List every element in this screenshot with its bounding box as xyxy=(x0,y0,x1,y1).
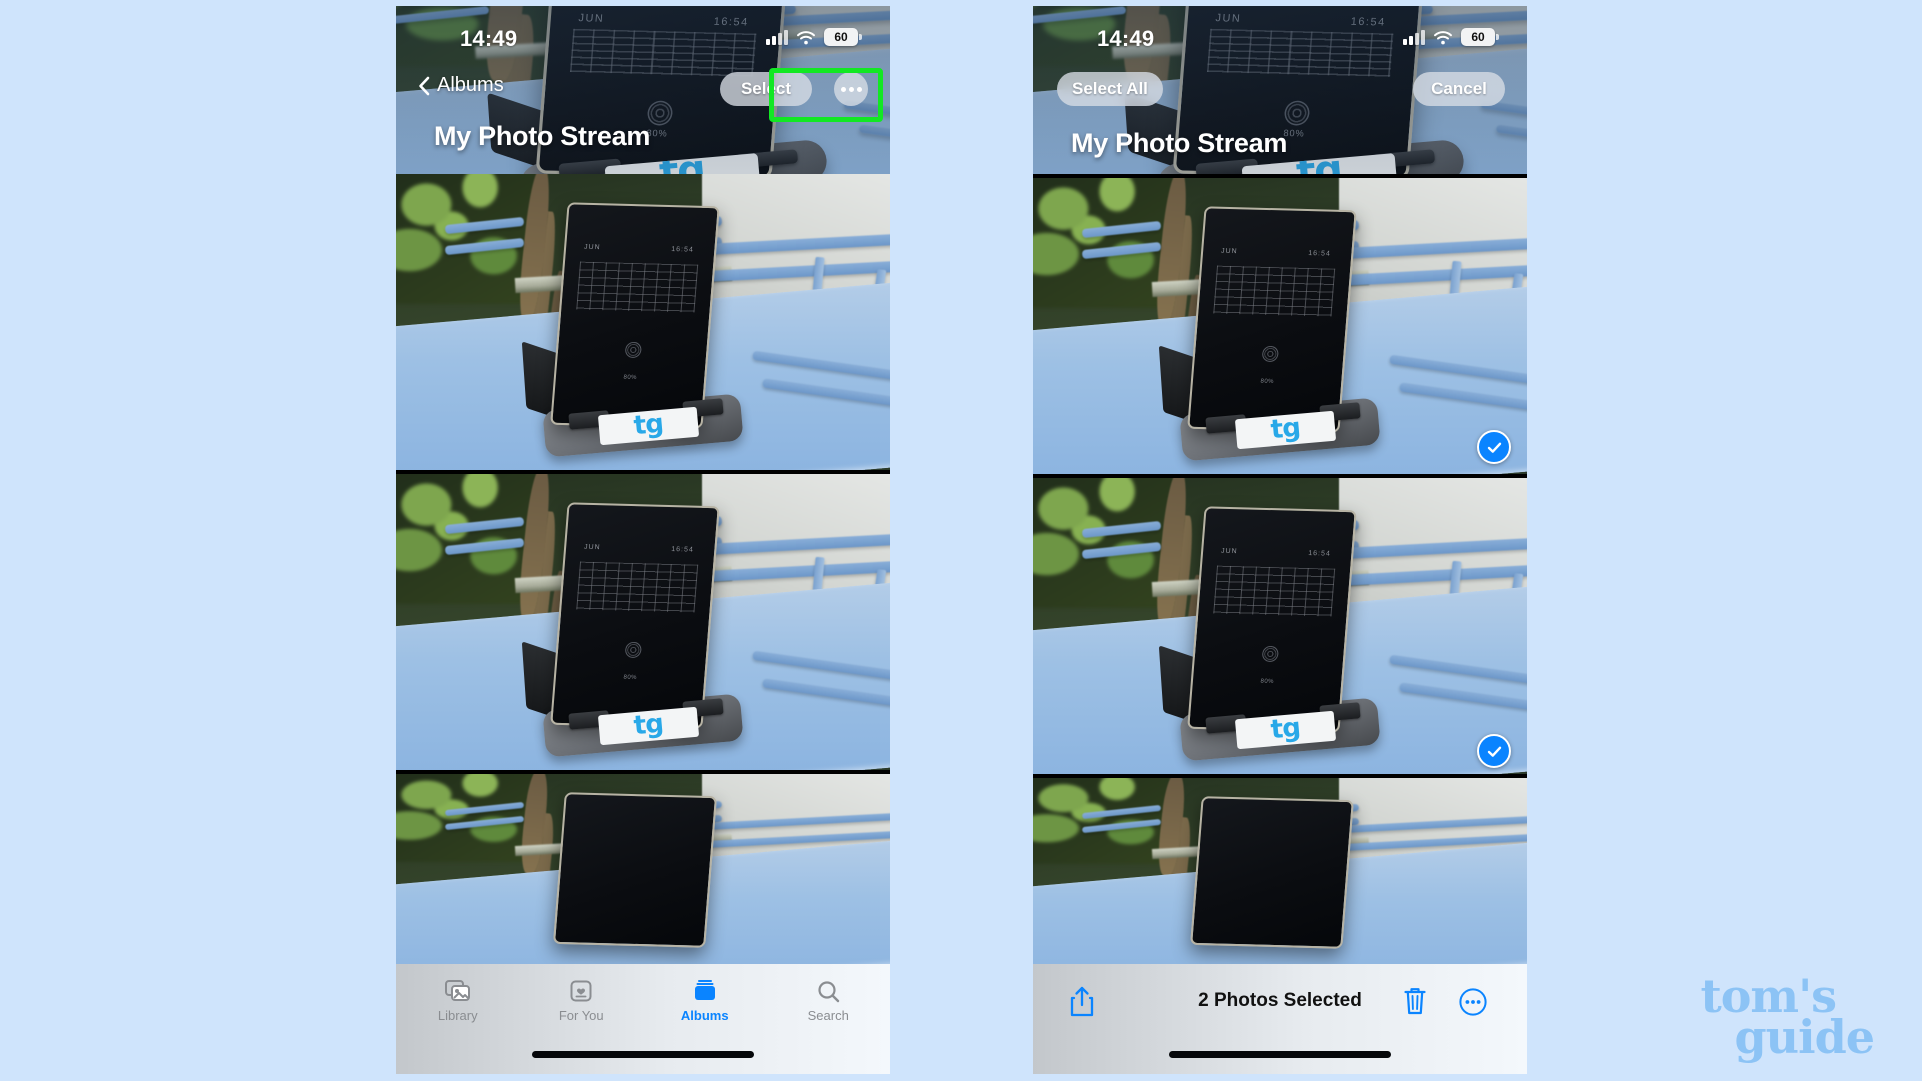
wifi-icon xyxy=(796,30,816,45)
device-calendar-month: JUN xyxy=(583,243,601,252)
battery-level: 60 xyxy=(1471,30,1485,44)
battery-level: 60 xyxy=(834,30,848,44)
tab-search-label: Search xyxy=(807,1008,849,1023)
checkmark-circle-icon xyxy=(1487,442,1501,453)
tab-albums[interactable]: Albums xyxy=(643,970,767,1032)
phone-screenshot-right: JUN 16:54 80% tg 14:49 60 Select All Can… xyxy=(1033,6,1527,1074)
album-title-right: My Photo Stream xyxy=(1071,128,1288,158)
wifi-icon xyxy=(1433,30,1453,45)
search-icon xyxy=(817,979,840,1003)
home-indicator-left[interactable] xyxy=(532,1051,754,1058)
device-battery-text: 80% xyxy=(623,673,638,681)
album-title-left: My Photo Stream xyxy=(434,121,651,151)
cellular-signal-icon xyxy=(766,29,788,45)
device-clock: 16:54 xyxy=(1307,550,1332,558)
device-calendar-grid xyxy=(1213,565,1336,617)
tab-bar-left: Library For You Albums Search xyxy=(396,970,890,1032)
photo-stack-icon xyxy=(444,979,471,1003)
photo-grid-item-2-right[interactable]: JUN 16:54 80% tg xyxy=(1033,478,1527,774)
delete-button[interactable] xyxy=(1403,986,1427,1021)
back-to-albums-button[interactable]: Albums xyxy=(418,74,504,97)
cancel-button[interactable]: Cancel xyxy=(1413,72,1505,106)
tab-bar-container-left: Library For You Albums Search xyxy=(396,964,890,1074)
nav-bar-right: Select All Cancel xyxy=(1033,64,1527,116)
status-bar-right: 14:49 60 xyxy=(1033,6,1527,64)
ellipsis-icon xyxy=(840,86,846,92)
nav-bar-left: Albums Select xyxy=(396,64,890,116)
selection-count-label: 2 Photos Selected xyxy=(1198,990,1362,1011)
device-calendar-month: JUN xyxy=(1220,547,1238,556)
device-clock: 16:54 xyxy=(670,246,695,254)
tab-library-label: Library xyxy=(437,1008,478,1023)
checkmark-circle-icon xyxy=(1487,746,1501,757)
status-time: 14:49 xyxy=(1097,26,1155,51)
ellipsis-circle-icon xyxy=(1459,988,1487,1016)
fingerprint-icon xyxy=(1261,645,1280,662)
battery-icon: 60 xyxy=(824,28,862,46)
device-calendar-grid xyxy=(1213,265,1336,317)
toms-guide-watermark: tom's guide xyxy=(1700,973,1875,1064)
action-bar-container-right: 2 Photos Selected xyxy=(1033,964,1527,1074)
device-clock: 16:54 xyxy=(1307,250,1332,258)
select-all-button[interactable]: Select All xyxy=(1057,72,1163,106)
more-options-button[interactable] xyxy=(834,72,868,106)
photo-grid-item-3-right[interactable] xyxy=(1033,778,1527,974)
back-label: Albums xyxy=(437,74,504,96)
select-button[interactable]: Select xyxy=(720,72,812,106)
selection-action-bar: 2 Photos Selected xyxy=(1033,964,1527,1042)
watermark-line-2: guide xyxy=(1734,1009,1875,1064)
tab-for-you-label: For You xyxy=(558,1008,604,1023)
photo-2-selected-checkmark[interactable] xyxy=(1477,734,1511,768)
fingerprint-icon xyxy=(1261,345,1280,362)
chevron-left-icon xyxy=(418,76,430,96)
phone-screenshot-left: JUN 16:54 80% tg 14:49 60 xyxy=(396,6,890,1074)
albums-icon xyxy=(693,979,717,1003)
tab-for-you[interactable]: For You xyxy=(520,970,644,1032)
trash-icon xyxy=(1404,988,1426,1015)
status-time: 14:49 xyxy=(460,26,518,51)
tab-albums-label: Albums xyxy=(680,1008,729,1023)
tab-library[interactable]: Library xyxy=(396,970,520,1032)
stand-logo: tg xyxy=(603,153,759,174)
fingerprint-icon xyxy=(624,341,643,358)
tab-search[interactable]: Search xyxy=(767,970,891,1032)
heart-card-icon xyxy=(570,979,592,1003)
status-bar-left: 14:49 60 xyxy=(396,6,890,64)
more-actions-button[interactable] xyxy=(1459,988,1487,1021)
device-clock: 16:54 xyxy=(670,546,695,554)
device-battery-text: 80% xyxy=(1260,677,1275,685)
photo-grid-item-2-left[interactable]: JUN 16:54 80% tg xyxy=(396,474,890,770)
device-calendar-month: JUN xyxy=(1220,247,1238,256)
device-battery-text: 80% xyxy=(623,373,638,381)
photo-grid-item-3-left[interactable] xyxy=(396,774,890,974)
device-calendar-grid xyxy=(576,561,699,613)
cellular-signal-icon xyxy=(1403,29,1425,45)
battery-icon: 60 xyxy=(1461,28,1499,46)
home-indicator-right[interactable] xyxy=(1169,1051,1391,1058)
device-calendar-month: JUN xyxy=(583,543,601,552)
device-calendar-grid xyxy=(576,261,699,313)
device-battery-text: 80% xyxy=(1260,377,1275,385)
photo-1-selected-checkmark[interactable] xyxy=(1477,430,1511,464)
fingerprint-icon xyxy=(624,641,643,658)
photo-grid-item-1-left[interactable]: JUN 16:54 80% tg xyxy=(396,174,890,470)
photo-grid-item-1-right[interactable]: JUN 16:54 80% tg xyxy=(1033,178,1527,474)
